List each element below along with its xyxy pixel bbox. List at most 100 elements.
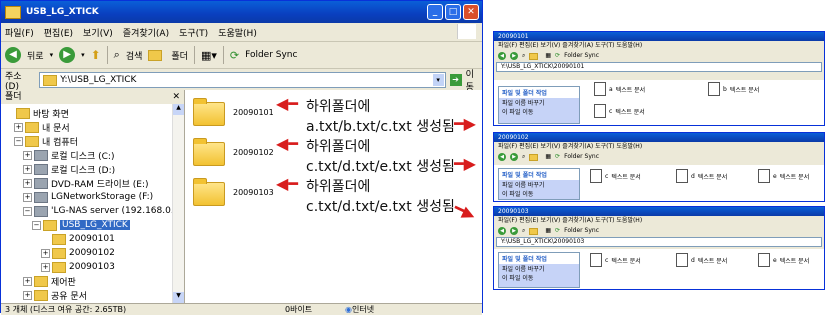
mini-menu-help[interactable]: 도움말(H) [616,143,642,150]
file-item[interactable]: d 텍스트 문서 [676,169,727,183]
folder-sync-button[interactable]: Folder Sync [564,225,599,237]
title-bar[interactable]: USB_LG_XTICK _ □ ✕ [1,1,482,23]
mini-menu-view[interactable]: 보기(V) [541,42,561,49]
folders-icon[interactable] [529,52,539,60]
tree-expander-icon[interactable]: + [23,192,32,202]
file-item[interactable]: c 텍스트 문서 [590,253,641,267]
back-arrow-icon[interactable]: ◀ [5,47,21,63]
tree-expander-icon[interactable]: + [14,122,23,132]
menu-help[interactable]: 도움말(H) [218,26,257,39]
folder-sync-button[interactable]: Folder Sync [245,50,297,60]
menu-edit[interactable]: 편집(E) [44,26,73,39]
tree-item[interactable]: − 내 컴퓨터 [1,134,173,148]
file-item[interactable]: e 텍스트 문서 [758,253,809,267]
views-icon[interactable]: ▦ [545,151,551,163]
mini-menu-file[interactable]: 파일(F) [498,217,517,224]
address-input[interactable]: Y:\USB_LG_XTICK ▾ [39,72,446,88]
tree-item[interactable]: + 내 문서 [1,120,173,134]
folders-icon[interactable] [148,49,163,61]
mini-menu-edit[interactable]: 편집(E) [519,143,539,150]
file-item[interactable]: a 텍스트 문서 [594,82,645,96]
tree-item[interactable]: +20090103 [1,260,173,274]
mini-menu-favorites[interactable]: 즐겨찾기(A) [562,217,593,224]
tree-expander-icon[interactable]: + [23,276,32,286]
tree-item[interactable]: + 로컬 디스크 (C:) [1,148,173,162]
mini-title-bar[interactable]: 20090102 [494,133,824,142]
tree-expander-icon[interactable]: + [41,262,50,272]
close-pane-icon[interactable]: ✕ [172,90,180,104]
minimize-button[interactable]: _ [427,4,443,20]
tree-item[interactable]: + LGNetworkStorage (F:) [1,190,173,204]
tree-expander-icon[interactable]: + [23,164,32,174]
task-item[interactable]: 이 파일 이동 [499,273,579,282]
mini-menu-edit[interactable]: 편집(E) [519,42,539,49]
menu-file[interactable]: 파일(F) [5,26,34,39]
tree-item[interactable]: − 'LG-NAS server (192.168.0.14)' [1,204,184,218]
mini-menu-view[interactable]: 보기(V) [541,217,561,224]
tree-expander-icon[interactable]: − [23,206,32,216]
folder-sync-icon[interactable]: ⟳ [555,225,560,237]
mini-menu-view[interactable]: 보기(V) [541,143,561,150]
search-icon[interactable]: ⌕ [522,225,525,237]
file-item[interactable]: b 텍스트 문서 [708,82,759,96]
task-item[interactable]: 이 파일 이동 [499,107,579,116]
folder-sync-button[interactable]: Folder Sync [564,151,599,163]
tree-expander-icon[interactable]: + [41,248,50,258]
back-button[interactable]: 뒤로 [27,49,44,62]
mini-menu-favorites[interactable]: 즐겨찾기(A) [562,143,593,150]
file-item[interactable]: c 텍스트 문서 [594,104,645,118]
forward-arrow-icon[interactable]: ▶ [510,153,518,161]
mini-menu-file[interactable]: 파일(F) [498,143,517,150]
mini-menu-favorites[interactable]: 즐겨찾기(A) [562,42,593,49]
tree-item[interactable]: + DVD-RAM 드라이브 (E:) [1,176,173,190]
file-item[interactable]: d 텍스트 문서 [676,253,727,267]
close-button[interactable]: ✕ [463,4,479,20]
folder-sync-icon[interactable]: ⟳ [555,50,560,62]
tree-item[interactable]: + 공유 문서 [1,288,173,302]
folders-icon[interactable] [529,227,539,235]
tree-expander-icon[interactable]: + [23,290,32,300]
mini-menu-tools[interactable]: 도구(T) [595,42,614,49]
tree-item[interactable]: +20090102 [1,246,173,260]
back-dropdown-icon[interactable]: ▾ [50,51,54,59]
go-arrow-icon[interactable]: ➔ [449,74,462,86]
tree-expander-icon[interactable]: + [23,178,32,188]
folders-icon[interactable] [529,153,539,161]
folder-sync-icon[interactable]: ⟳ [230,49,239,62]
menu-favorites[interactable]: 즐겨찾기(A) [123,26,169,39]
forward-arrow-icon[interactable]: ▶ [59,47,76,63]
search-icon[interactable]: ⌕ [522,50,525,62]
search-icon[interactable]: ⌕ [114,48,120,62]
tree-expander-icon[interactable]: + [23,150,32,160]
folder-sync-icon[interactable]: ⟳ [555,151,560,163]
tree-expander-icon[interactable]: − [14,136,23,146]
tree-item[interactable]: + 로컬 디스크 (D:) [1,162,173,176]
views-icon[interactable]: ▦ [545,50,551,62]
folders-button[interactable]: 폴더 [171,49,188,62]
tree-scrollbar[interactable]: ▲ ▼ [172,104,184,303]
scroll-down-icon[interactable]: ▼ [173,292,184,303]
file-item[interactable]: e 텍스트 문서 [758,169,809,183]
mini-address-input[interactable]: Y:\USB_LG_XTICK\20090101 [496,62,822,72]
task-item[interactable]: 파일 이름 바꾸기 [499,98,579,107]
search-button[interactable]: 검색 [126,49,143,62]
mini-menu-tools[interactable]: 도구(T) [595,217,614,224]
tree-item[interactable]: 20090101 [1,232,173,246]
up-folder-icon[interactable]: ⬆ [91,48,101,62]
back-arrow-icon[interactable]: ◀ [498,52,506,60]
forward-arrow-icon[interactable]: ▶ [510,52,518,60]
mini-menu-help[interactable]: 도움말(H) [616,42,642,49]
task-item[interactable]: 파일 이름 바꾸기 [499,180,579,189]
search-icon[interactable]: ⌕ [522,151,525,163]
address-dropdown-icon[interactable]: ▾ [432,74,444,86]
menu-view[interactable]: 보기(V) [83,26,113,39]
tree-item[interactable]: + 제어판 [1,274,173,288]
maximize-button[interactable]: □ [445,4,461,20]
views-icon[interactable]: ▦▾ [201,49,217,62]
folder-sync-button[interactable]: Folder Sync [564,50,599,62]
forward-arrow-icon[interactable]: ▶ [510,227,518,235]
mini-menu-edit[interactable]: 편집(E) [519,217,539,224]
scroll-up-icon[interactable]: ▲ [173,104,184,115]
mini-menu-file[interactable]: 파일(F) [498,42,517,49]
mini-title-bar[interactable]: 20090101 [494,32,824,41]
